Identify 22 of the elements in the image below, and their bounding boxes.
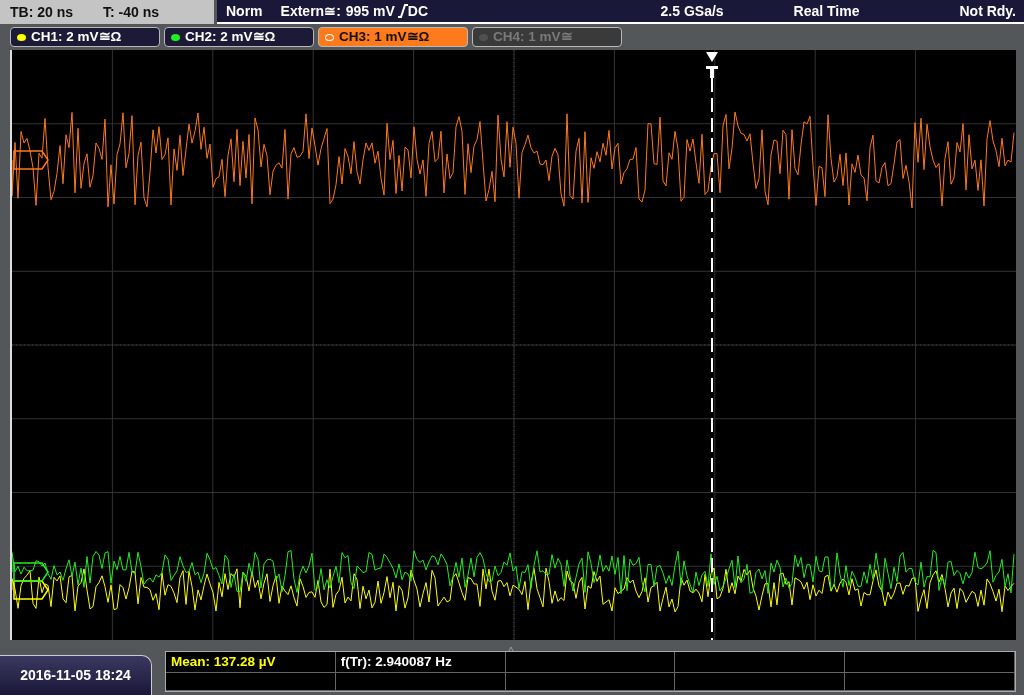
trigger-time-label: T: -40 ns — [103, 2, 160, 22]
channel-color-icon — [171, 33, 180, 41]
trigger-mode-label: Norm — [226, 1, 263, 21]
trigger-source-label: Extern≅: — [280, 1, 341, 21]
measurement-reading: f(Tr): 2.940087 Hz — [340, 653, 452, 671]
trigger-level-label: 995 mV — [345, 1, 395, 21]
sample-rate-label: 2.5 GSa/s — [660, 1, 724, 21]
measurement-reading: Mean: 137.28 µV — [171, 653, 276, 671]
channel-tab[interactable]: CH2: 2 mV≅Ω — [164, 27, 314, 47]
timebase-label: TB: 20 ns — [10, 2, 73, 22]
trigger-coupling-label: DC — [407, 1, 429, 21]
acquisition-status-label: Not Rdy. — [959, 1, 1016, 21]
channel-color-icon — [17, 33, 26, 41]
channel-tab[interactable]: CH1: 2 mV≅Ω — [10, 27, 160, 47]
acquisition-mode-label: Real Time — [793, 1, 860, 21]
channel-tab[interactable]: CH3: 1 mV≅Ω — [318, 27, 468, 47]
channel-color-icon — [325, 33, 334, 41]
date-time-label: 2016-11-05 18:24 — [0, 655, 152, 695]
trigger-marker-icon[interactable] — [706, 52, 718, 78]
channel-marker-icon[interactable] — [13, 562, 49, 582]
channel-marker-icon[interactable] — [13, 150, 49, 170]
rising-edge-icon — [397, 4, 408, 18]
